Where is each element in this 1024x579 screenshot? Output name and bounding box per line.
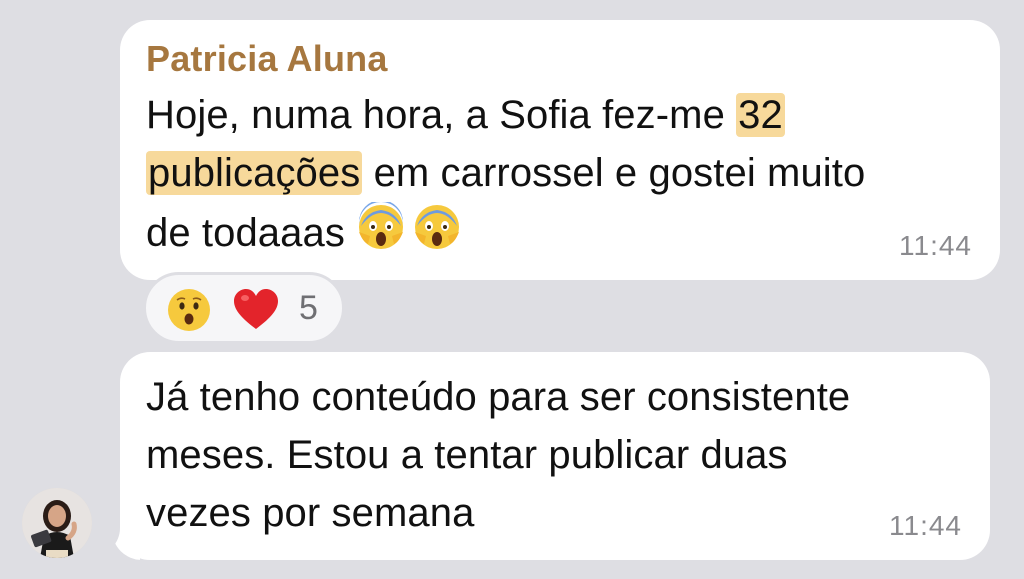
reactions-pill[interactable]: 5 <box>143 272 345 344</box>
message-text-part: vezes por semana <box>146 491 475 535</box>
message-text-part: Já tenho conteúdo para ser consistente <box>146 375 851 419</box>
avatar[interactable] <box>22 488 92 558</box>
scream-emoji-icon <box>412 202 462 268</box>
hushed-face-emoji-icon <box>166 287 212 338</box>
message-timestamp: 11:44 <box>889 510 962 541</box>
message-text-part: de todaaas <box>146 211 357 255</box>
message-text: Já tenho conteúdo para ser consistente m… <box>146 368 976 542</box>
reaction-count: 5 <box>299 289 318 327</box>
message-bubble-1[interactable]: Patricia Aluna Hoje, numa hora, a Sofia … <box>120 20 1000 280</box>
sender-name[interactable]: Patricia Aluna <box>146 38 388 80</box>
scream-emoji-icon <box>356 200 406 268</box>
message-text-part: Hoje, numa hora, a Sofia fez-me <box>146 93 737 137</box>
message-timestamp: 11:44 <box>899 230 972 261</box>
search-highlight: 32 <box>736 93 785 137</box>
message-text-part: meses. Estou a tentar publicar duas <box>146 433 788 477</box>
message-text-part: em carrossel e gostei muito <box>362 151 866 195</box>
message-text: Hoje, numa hora, a Sofia fez-me 32 publi… <box>146 86 976 268</box>
search-highlight: publicações <box>146 151 363 195</box>
red-heart-emoji-icon <box>232 287 280 338</box>
message-bubble-2[interactable]: Já tenho conteúdo para ser consistente m… <box>120 352 990 560</box>
